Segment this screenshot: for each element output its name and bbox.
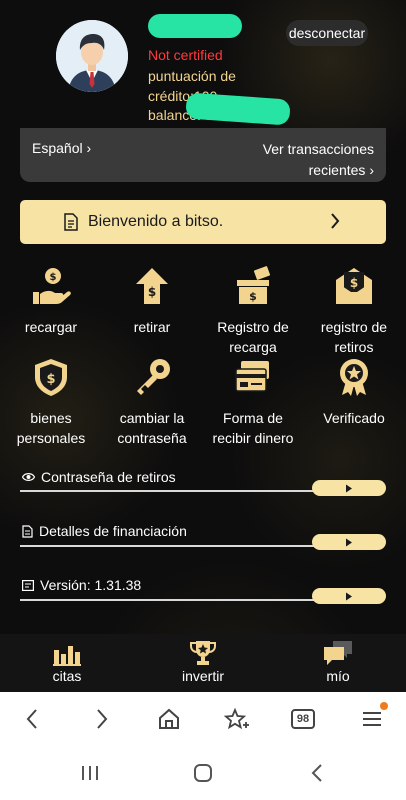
grid-label: cambiar la contraseña xyxy=(117,410,187,446)
recent-apps-icon[interactable] xyxy=(80,764,100,782)
avatar[interactable] xyxy=(56,20,128,92)
chat-icon xyxy=(324,641,352,665)
browser-toolbar: 98 xyxy=(0,692,406,748)
home-button-icon[interactable] xyxy=(193,763,213,783)
svg-text:$: $ xyxy=(50,272,57,283)
logout-button[interactable]: desconectar xyxy=(286,20,368,46)
eye-icon xyxy=(22,473,35,481)
assets-shield-icon: $ xyxy=(35,359,67,396)
verified-medal-icon xyxy=(340,359,368,396)
funding-details-row[interactable]: Detalles de financiación xyxy=(22,523,187,539)
trophy-icon xyxy=(190,641,216,665)
withdraw-password-row[interactable]: Contraseña de retiros xyxy=(22,469,176,485)
play-arrow-icon xyxy=(346,538,352,546)
divider xyxy=(20,490,320,492)
withdraw-arrow-icon: $ xyxy=(136,268,168,304)
bookmark-star-icon[interactable] xyxy=(224,708,250,732)
deposit-button[interactable]: $ recargar xyxy=(5,266,97,337)
system-nav-bar xyxy=(0,748,406,800)
version-icon xyxy=(22,579,34,591)
svg-text:$: $ xyxy=(249,290,257,303)
key-icon xyxy=(137,359,170,395)
recharge-record-button[interactable]: $ Registro de recarga xyxy=(207,266,299,357)
divider xyxy=(20,545,320,547)
recharge-record-box-icon: $ xyxy=(237,266,271,304)
personal-assets-button[interactable]: $ bienes personales xyxy=(5,357,97,448)
withdraw-password-go-button[interactable] xyxy=(312,480,386,496)
grid-label: registro de retiros xyxy=(320,319,388,355)
change-password-button[interactable]: cambiar la contraseña xyxy=(106,357,198,448)
chevron-right-icon: › xyxy=(86,140,92,156)
withdraw-button[interactable]: $ retirar xyxy=(106,266,198,337)
app-tab-bar: citas invertir mío xyxy=(0,634,406,692)
play-arrow-icon xyxy=(346,592,352,600)
menu-icon[interactable] xyxy=(362,710,382,728)
forward-arrow-icon[interactable] xyxy=(94,708,110,730)
back-arrow-icon[interactable] xyxy=(24,708,40,730)
welcome-text: Bienvenido a bitso. xyxy=(88,213,224,230)
recent-transactions-link[interactable]: Ver transacciones recientes › xyxy=(234,139,374,181)
row-label-text: Contraseña de retiros xyxy=(41,469,176,485)
tab-label: citas xyxy=(52,668,82,684)
app-screen: Not certified puntuación de crédito:100 … xyxy=(0,0,406,692)
tabs-count-button[interactable]: 98 xyxy=(291,709,315,729)
version-text: Versión: 1.31.38 xyxy=(40,577,142,593)
version-row: Versión: 1.31.38 xyxy=(22,577,141,593)
language-label: Español xyxy=(32,140,83,156)
language-selector[interactable]: Español › xyxy=(32,140,91,156)
tab-invertir[interactable]: invertir xyxy=(163,640,243,684)
system-back-icon[interactable] xyxy=(310,763,324,783)
tab-label: mío xyxy=(326,668,350,684)
notification-dot xyxy=(380,702,388,710)
grid-label: Registro de recarga xyxy=(217,319,289,355)
divider xyxy=(20,599,320,601)
svg-text:$: $ xyxy=(350,276,358,290)
withdraw-record-button[interactable]: $ registro de retiros xyxy=(308,266,400,357)
home-icon[interactable] xyxy=(157,708,181,730)
document-icon xyxy=(22,524,33,538)
version-go-button[interactable] xyxy=(312,588,386,604)
grid-label: Verificado xyxy=(323,410,385,426)
grid-label: recargar xyxy=(24,319,78,335)
receive-money-method-button[interactable]: Forma de recibir dinero xyxy=(207,357,299,448)
chevron-right-icon xyxy=(331,213,340,229)
grid-label: bienes personales xyxy=(16,410,86,446)
document-icon xyxy=(64,213,78,231)
redacted-username xyxy=(148,14,242,38)
recent-transactions-label: Ver transacciones recientes xyxy=(262,141,374,178)
play-arrow-icon xyxy=(346,484,352,492)
verification-status: Not certified xyxy=(148,47,223,63)
tab-label: invertir xyxy=(181,668,224,684)
bar-chart-icon xyxy=(53,646,81,666)
funding-details-go-button[interactable] xyxy=(312,534,386,550)
tab-mio[interactable]: mío xyxy=(298,640,378,684)
tab-citas[interactable]: citas xyxy=(27,640,107,684)
svg-text:$: $ xyxy=(46,372,55,387)
language-strip: Español › Ver transacciones recientes › xyxy=(20,128,386,182)
svg-text:$: $ xyxy=(148,285,156,299)
card-icon xyxy=(235,361,269,392)
withdraw-record-envelope-icon: $ xyxy=(336,268,372,304)
welcome-banner[interactable]: Bienvenido a bitso. xyxy=(20,200,386,244)
verified-button[interactable]: Verificado xyxy=(308,357,400,428)
grid-label: retirar xyxy=(133,319,171,335)
deposit-hand-coin-icon: $ xyxy=(33,268,71,304)
tab-count: 98 xyxy=(296,713,310,725)
grid-label: Forma de recibir dinero xyxy=(212,410,294,446)
chevron-right-icon: › xyxy=(369,162,374,178)
row-label-text: Detalles de financiación xyxy=(39,523,187,539)
